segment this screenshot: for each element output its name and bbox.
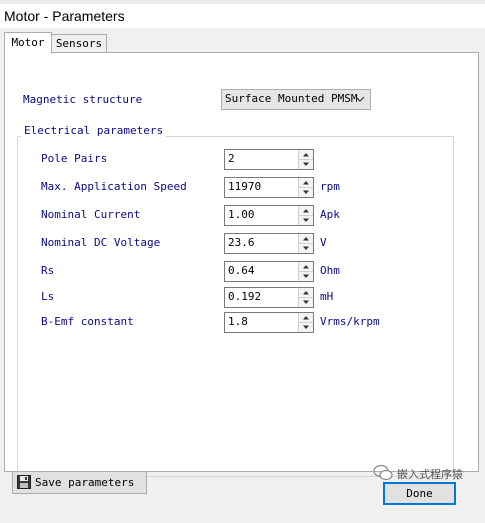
rs-spin-buttons[interactable] <box>298 262 313 281</box>
spin-down-icon[interactable] <box>299 244 313 253</box>
dialog-client-area: Motor Sensors Magnetic structure Surface… <box>0 28 485 523</box>
spin-down-icon[interactable] <box>299 323 313 332</box>
save-parameters-button[interactable]: Save parameters <box>12 471 147 494</box>
spin-up-icon[interactable] <box>299 288 313 298</box>
max-speed-spinbox[interactable]: 11970 <box>224 177 314 198</box>
spin-down-icon[interactable] <box>299 216 313 225</box>
ls-spin-buttons[interactable] <box>298 288 313 307</box>
spin-up-icon[interactable] <box>299 262 313 272</box>
title-bar: Motor - Parameters <box>0 4 485 28</box>
floppy-disk-icon <box>17 475 31 489</box>
spin-up-icon[interactable] <box>299 234 313 244</box>
pole-pairs-spinbox[interactable]: 2 <box>224 149 314 170</box>
spin-up-icon[interactable] <box>299 178 313 188</box>
magnetic-structure-select[interactable]: Surface Mounted PMSM <box>221 89 371 110</box>
bemf-constant-spinbox[interactable]: 1.8 <box>224 312 314 333</box>
watermark-text: 嵌入式程序猿 <box>397 469 463 481</box>
spin-up-icon[interactable] <box>299 313 313 323</box>
pole-pairs-spin-buttons[interactable] <box>298 150 313 169</box>
nominal-dc-voltage-label: Nominal DC Voltage <box>41 236 161 249</box>
save-parameters-label: Save parameters <box>35 476 135 489</box>
tab-motor[interactable]: Motor <box>4 32 52 54</box>
watermark: 嵌入式程序猿 <box>373 462 483 484</box>
chat-bubble-icon <box>373 464 393 481</box>
ls-spinbox[interactable]: 0.192 <box>224 287 314 308</box>
chevron-down-icon <box>355 96 365 102</box>
nominal-current-spin-buttons[interactable] <box>298 206 313 225</box>
nominal-dc-voltage-value: 23.6 <box>228 236 255 249</box>
spin-up-icon[interactable] <box>299 206 313 216</box>
nominal-dc-voltage-spinbox[interactable]: 23.6 <box>224 233 314 254</box>
max-speed-value: 11970 <box>228 180 262 193</box>
bemf-constant-unit: Vrms/krpm <box>320 315 380 328</box>
nominal-dc-voltage-unit: V <box>320 236 327 249</box>
ls-unit: mH <box>320 290 334 303</box>
pole-pairs-value: 2 <box>228 152 235 165</box>
rs-value: 0.64 <box>228 264 255 277</box>
bemf-constant-label: B-Emf constant <box>41 315 134 328</box>
magnetic-structure-value: Surface Mounted PMSM <box>225 92 358 105</box>
magnetic-structure-label: Magnetic structure <box>23 93 143 106</box>
max-speed-unit: rpm <box>320 180 340 193</box>
bemf-constant-spin-buttons[interactable] <box>298 313 313 332</box>
rs-label: Rs <box>41 264 55 277</box>
nominal-current-value: 1.00 <box>228 208 255 221</box>
nominal-dc-voltage-spin-buttons[interactable] <box>298 234 313 253</box>
done-button[interactable]: Done <box>383 482 456 505</box>
done-label: Done <box>406 487 433 500</box>
rs-unit: Ohm <box>320 264 340 277</box>
nominal-current-unit: Apk <box>320 208 340 221</box>
ls-value: 0.192 <box>228 290 262 303</box>
nominal-current-spinbox[interactable]: 1.00 <box>224 205 314 226</box>
tab-sensors[interactable]: Sensors <box>51 34 107 53</box>
tab-panel-motor: Magnetic structure Surface Mounted PMSM … <box>4 52 479 477</box>
pole-pairs-label: Pole Pairs <box>41 152 108 165</box>
spin-down-icon[interactable] <box>299 160 313 169</box>
spin-down-icon[interactable] <box>299 272 313 281</box>
bemf-constant-value: 1.8 <box>228 315 248 328</box>
spin-down-icon[interactable] <box>299 298 313 307</box>
electrical-parameters-title: Electrical parameters <box>21 124 167 137</box>
window-title: Motor - Parameters <box>4 8 125 24</box>
rs-spinbox[interactable]: 0.64 <box>224 261 314 282</box>
max-speed-label: Max. Application Speed <box>41 180 187 193</box>
spin-up-icon[interactable] <box>299 150 313 160</box>
max-speed-spin-buttons[interactable] <box>298 178 313 197</box>
nominal-current-label: Nominal Current <box>41 208 141 221</box>
ls-label: Ls <box>41 290 55 303</box>
spin-down-icon[interactable] <box>299 188 313 197</box>
